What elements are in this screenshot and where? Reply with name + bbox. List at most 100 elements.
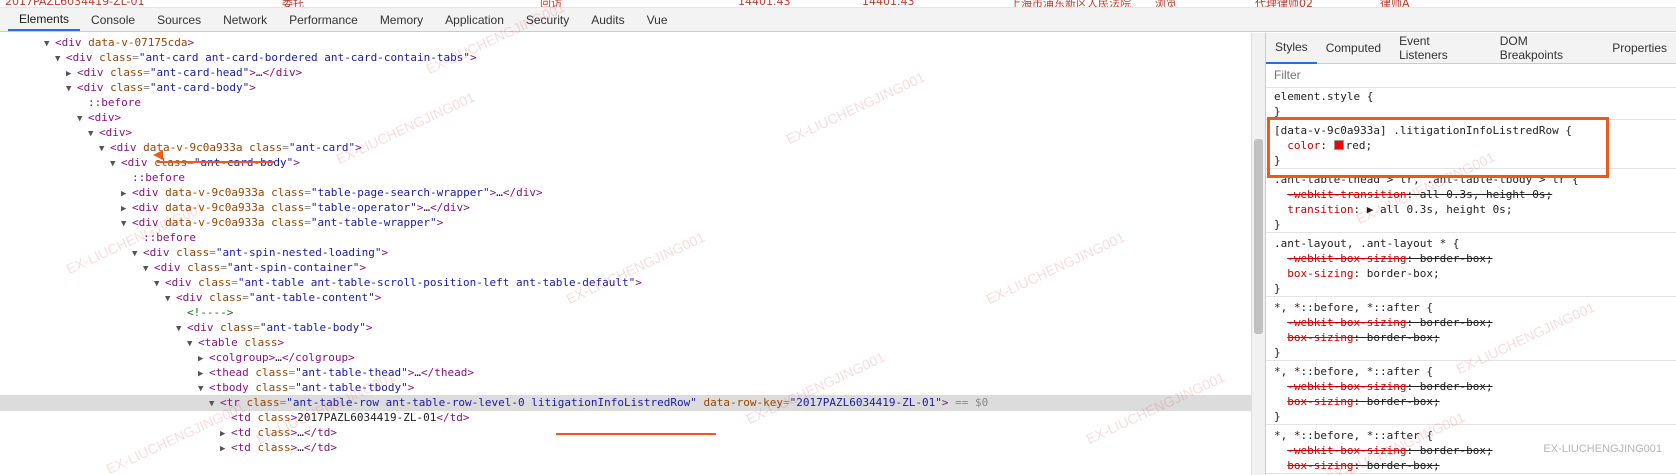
annotation-underline-class bbox=[556, 433, 716, 435]
elements-tree-panel: ▼ <div data-v-07175cda> ▼ <div class="ant-c… bbox=[0, 33, 1251, 475]
dom-node[interactable]: ▼<div class="ant-card-body"> bbox=[0, 80, 1251, 96]
rule-declaration: box-sizing: border-box; bbox=[1287, 459, 1440, 472]
property-name[interactable]: transition bbox=[1287, 203, 1353, 216]
tab-memory[interactable]: Memory bbox=[369, 8, 434, 31]
tab-security[interactable]: Security bbox=[515, 8, 580, 31]
styles-filter[interactable] bbox=[1266, 64, 1676, 88]
dom-node[interactable]: ▼ <div data-v-9c0a933a class="ant-card"> bbox=[0, 140, 1251, 156]
property-value[interactable]: border-box bbox=[1420, 252, 1486, 265]
style-rule[interactable]: *, *::before, *::after { -webkit-box-siz… bbox=[1266, 300, 1676, 361]
page-cell-text: 委托 bbox=[282, 0, 304, 8]
subtab-event-listeners[interactable]: Event Listeners bbox=[1390, 33, 1491, 64]
dom-node[interactable]: ▶ <div class="ant-card-head">…</div> bbox=[0, 65, 1251, 81]
annotation-highlight-box bbox=[1267, 117, 1609, 178]
property-value[interactable]: border-box bbox=[1367, 331, 1433, 344]
property-value[interactable]: border-box bbox=[1420, 316, 1486, 329]
subtab-styles[interactable]: Styles bbox=[1266, 33, 1317, 64]
rule-declaration: box-sizing: border-box; bbox=[1287, 395, 1440, 408]
dom-node[interactable]: ▼ <div class="ant-spin-container"> bbox=[0, 260, 1251, 276]
rule-declaration: -webkit-box-sizing: border-box; bbox=[1287, 316, 1493, 329]
dom-node[interactable]: ▼ <div class="ant-table-body"> bbox=[0, 320, 1251, 336]
rule-declaration: -webkit-transition: all 0.3s, height 0s; bbox=[1287, 188, 1553, 201]
page-cell-text: 代理律师02 bbox=[1255, 0, 1313, 8]
style-rule[interactable]: .ant-layout, .ant-layout * { -webkit-box… bbox=[1266, 236, 1676, 297]
page-cell-text: 回访 bbox=[540, 0, 562, 8]
property-value[interactable]: border-box bbox=[1420, 444, 1486, 457]
tab-console[interactable]: Console bbox=[80, 8, 146, 31]
annotation-underline-attr bbox=[157, 161, 274, 163]
rule-declaration: -webkit-box-sizing: border-box; bbox=[1287, 252, 1493, 265]
subtab-computed[interactable]: Computed bbox=[1317, 33, 1390, 64]
dom-node[interactable]: <td class>2017PAZL6034419-ZL-01</td> bbox=[0, 410, 1251, 426]
dom-node[interactable]: ▼ <div data-v-07175cda> bbox=[0, 35, 1251, 51]
rule-selector: } bbox=[1274, 282, 1281, 295]
dom-node-selected[interactable]: ▼ <tr class="ant-table-row ant-table-row-… bbox=[0, 395, 1251, 411]
dom-node[interactable]: ::before bbox=[0, 170, 1251, 186]
property-value[interactable]: border-box bbox=[1367, 459, 1433, 472]
property-name[interactable]: -webkit-box-sizing bbox=[1287, 252, 1406, 265]
property-name[interactable]: box-sizing bbox=[1287, 459, 1353, 472]
style-rule[interactable]: .ant-table-thead > tr, .ant-table-tbody … bbox=[1266, 172, 1676, 233]
property-name[interactable]: -webkit-box-sizing bbox=[1287, 316, 1406, 329]
property-name[interactable]: -webkit-transition bbox=[1287, 188, 1406, 201]
rule-declaration: box-sizing: border-box; bbox=[1287, 331, 1440, 344]
property-value[interactable]: ▶ all 0.3s, height 0s bbox=[1367, 203, 1506, 216]
elements-scrollbar[interactable] bbox=[1251, 33, 1265, 475]
page-cell-text: 2017PAZL6034419-ZL-01 bbox=[5, 0, 145, 8]
page-cell-text: 律师A bbox=[1380, 0, 1410, 8]
rule-selector: } bbox=[1274, 218, 1281, 231]
dom-node[interactable]: ▼ <tbody class="ant-table-tbody"> bbox=[0, 380, 1251, 396]
property-value[interactable]: border-box bbox=[1420, 380, 1486, 393]
dom-node[interactable]: ::before bbox=[0, 95, 1251, 111]
dom-node[interactable]: ▶ <colgroup>…</colgroup> bbox=[0, 350, 1251, 366]
dom-node[interactable]: ▶ <td class>…</td> bbox=[0, 440, 1251, 456]
rule-selector: *, *::before, *::after { bbox=[1274, 365, 1433, 378]
devtools-tab-bar: Elements Console Sources Network Performance… bbox=[0, 8, 1676, 32]
dom-node[interactable]: <!----> bbox=[0, 305, 1251, 321]
tab-audits[interactable]: Audits bbox=[580, 8, 635, 31]
property-name[interactable]: -webkit-box-sizing bbox=[1287, 380, 1406, 393]
dom-node[interactable]: ▶ <div data-v-9c0a933a class="table-opera… bbox=[0, 200, 1251, 216]
dom-node[interactable]: ▼ <div> bbox=[0, 125, 1251, 141]
rule-selector: *, *::before, *::after { bbox=[1274, 301, 1433, 314]
tab-sources[interactable]: Sources bbox=[146, 8, 212, 31]
dom-node[interactable]: ▼ <div class="ant-table-content"> bbox=[0, 290, 1251, 306]
dom-node[interactable]: ▼ <div class="ant-table ant-table-scroll-… bbox=[0, 275, 1251, 291]
page-cell-text: 14401.43 bbox=[738, 0, 791, 8]
dom-node[interactable]: ▼ <div> bbox=[0, 110, 1251, 126]
property-value[interactable]: border-box bbox=[1367, 395, 1433, 408]
dom-node[interactable]: ::before bbox=[0, 230, 1251, 246]
property-name[interactable]: box-sizing bbox=[1287, 267, 1353, 280]
subtab-dom-breakpoints[interactable]: DOM Breakpoints bbox=[1491, 33, 1604, 64]
styles-filter-input[interactable] bbox=[1274, 68, 1654, 82]
page-cell-text: 浏览 bbox=[1155, 0, 1177, 8]
dom-node[interactable]: ▼ <div class="ant-card ant-card-bordered … bbox=[0, 50, 1251, 66]
tab-network[interactable]: Network bbox=[212, 8, 278, 31]
tab-performance[interactable]: Performance bbox=[278, 8, 369, 31]
property-name[interactable]: -webkit-box-sizing bbox=[1287, 444, 1406, 457]
tab-bar-spacer bbox=[0, 8, 8, 31]
style-rule[interactable]: element.style {} bbox=[1266, 89, 1676, 120]
property-value[interactable]: border-box bbox=[1367, 267, 1433, 280]
property-name[interactable]: box-sizing bbox=[1287, 395, 1353, 408]
tab-application[interactable]: Application bbox=[434, 8, 515, 31]
property-value[interactable]: all 0.3s, height 0s bbox=[1420, 188, 1546, 201]
dom-node[interactable]: ▼ <table class> bbox=[0, 335, 1251, 351]
expand-triangle-icon[interactable]: ▶ bbox=[220, 441, 231, 457]
scrollbar-thumb[interactable] bbox=[1254, 139, 1263, 334]
dom-node[interactable]: ▶ <thead class="ant-table-thead">…</thead… bbox=[0, 365, 1251, 381]
rule-selector: } bbox=[1274, 346, 1281, 359]
rule-declaration: -webkit-box-sizing: border-box; bbox=[1287, 380, 1493, 393]
subtab-properties[interactable]: Properties bbox=[1603, 33, 1676, 64]
property-name[interactable]: box-sizing bbox=[1287, 331, 1353, 344]
tab-elements[interactable]: Elements bbox=[8, 8, 81, 31]
dom-node[interactable]: ▶ <div data-v-9c0a933a class="table-page-… bbox=[0, 185, 1251, 201]
dom-node[interactable]: ▼ <div class="ant-spin-nested-loading"> bbox=[0, 245, 1251, 261]
rule-selector: } bbox=[1274, 410, 1281, 423]
rule-declaration: transition: ▶ all 0.3s, height 0s; bbox=[1287, 203, 1513, 216]
dom-node[interactable]: ▼ <div data-v-9c0a933a class="ant-table-w… bbox=[0, 215, 1251, 231]
tab-vue[interactable]: Vue bbox=[636, 8, 679, 31]
style-rule[interactable]: *, *::before, *::after { -webkit-box-siz… bbox=[1266, 364, 1676, 425]
styles-pane: Styles Computed Event Listeners DOM Breakpo… bbox=[1266, 33, 1676, 475]
dom-node[interactable]: ▼<div class="ant-card-body"> bbox=[0, 155, 1251, 171]
